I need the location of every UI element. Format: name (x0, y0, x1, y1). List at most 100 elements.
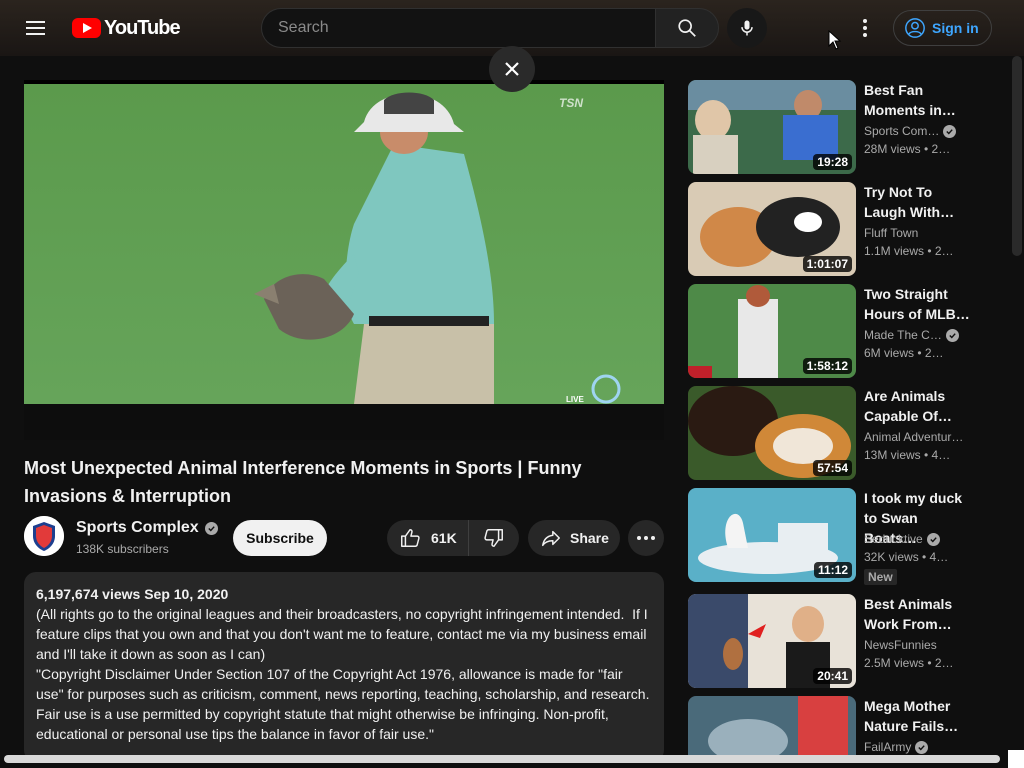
video-duration: 1:01:07 (802, 256, 852, 272)
scrollbar-corner (1008, 750, 1024, 768)
channel-text: Animal Adventur… (864, 430, 964, 444)
video-thumbnail[interactable]: 1:01:07 (688, 182, 856, 276)
dislike-button[interactable] (469, 520, 519, 556)
views-and-date: 6,197,674 views Sep 10, 2020 (36, 586, 229, 602)
microphone-icon (741, 20, 753, 36)
recommendation-item[interactable]: 1:01:07 Try Not To Laugh With… Fluff Tow… (688, 182, 1008, 276)
recommendation-channel[interactable]: NewsFunnies (864, 638, 974, 652)
recommendation-views: 1.1M views • 2… (864, 244, 954, 258)
description-text: (All rights go to the original leagues a… (36, 606, 650, 742)
recommendation-channel[interactable]: FailArmy (864, 740, 974, 754)
recommendation-channel[interactable]: Fluff Town (864, 226, 974, 240)
new-badge: New (864, 569, 897, 585)
video-title: Most Unexpected Animal Interference Mome… (24, 458, 582, 506)
recommendation-item[interactable]: 19:28 Best Fan Moments in… Sports Com… 2… (688, 80, 1008, 174)
account-icon (905, 18, 925, 38)
vertical-scrollbar[interactable] (1012, 56, 1022, 256)
recommendation-views: 32K views • 4… (864, 550, 949, 564)
video-scene-image (24, 84, 664, 404)
share-button[interactable]: Share (528, 520, 620, 556)
video-thumbnail[interactable]: 20:41 (688, 594, 856, 688)
recommendation-channel[interactable]: Seducktive (864, 532, 974, 546)
recommendation-item[interactable]: 11:12 I took my duck to Swan Boats… Sedu… (688, 488, 1008, 585)
video-duration: 11:12 (813, 562, 852, 578)
search-button[interactable] (655, 8, 719, 48)
verified-badge-icon (945, 328, 959, 342)
recommendation-title[interactable]: Are Animals Capable Of… (864, 386, 972, 426)
video-thumbnail[interactable]: 57:54 (688, 386, 856, 480)
recommendation-channel[interactable]: Sports Com… (864, 124, 974, 138)
youtube-logo-icon (72, 18, 101, 38)
channel-text: NewsFunnies (864, 638, 937, 652)
recommendation-channel[interactable]: Animal Adventur… (864, 430, 974, 444)
video-frame[interactable]: TSN LIVE (24, 84, 664, 404)
youtube-logo[interactable]: YouTube (72, 16, 181, 39)
recommendation-title[interactable]: Best Fan Moments in… (864, 80, 972, 120)
recommendation-item[interactable]: Mega Mother Nature Fails… FailArmy (688, 696, 1008, 756)
sign-in-button[interactable]: Sign in (893, 10, 992, 46)
verified-badge-icon (204, 521, 218, 535)
thumbs-up-icon (401, 529, 420, 547)
broadcaster-logo: TSN (559, 96, 583, 110)
subscribe-button[interactable]: Subscribe (233, 520, 327, 556)
recommendation-title[interactable]: Best Animals Work From… (864, 594, 972, 634)
mouse-cursor-icon (828, 30, 842, 50)
channel-text: Seducktive (864, 532, 923, 546)
channel-logo-icon (24, 516, 64, 556)
horizontal-scrollbar[interactable] (4, 755, 1000, 763)
network-logo-label: LIVE (566, 395, 584, 404)
search-bar (261, 8, 719, 48)
menu-icon[interactable] (24, 16, 48, 40)
voice-search-button[interactable] (727, 8, 767, 48)
thumbs-down-icon (484, 529, 503, 547)
recommendation-title[interactable]: Try Not To Laugh With… (864, 182, 972, 222)
recommendation-item[interactable]: 57:54 Are Animals Capable Of… Animal Adv… (688, 386, 1008, 480)
channel-text: Sports Com… (864, 124, 940, 138)
like-button[interactable]: 61K (387, 520, 469, 556)
description-box[interactable]: 6,197,674 views Sep 10, 2020 (All rights… (24, 572, 664, 762)
recommendation-title[interactable]: Mega Mother Nature Fails… (864, 696, 972, 736)
verified-badge-icon (943, 124, 957, 138)
recommendation-item[interactable]: 1:58:12 Two Straight Hours of MLB… Made … (688, 284, 1008, 378)
channel-name[interactable]: Sports Complex (76, 519, 218, 537)
search-input[interactable] (261, 8, 655, 48)
video-thumbnail[interactable]: 1:58:12 (688, 284, 856, 378)
verified-badge-icon (915, 740, 929, 754)
channel-name-text: Sports Complex (76, 519, 199, 536)
recommendation-views: 13M views • 4… (864, 448, 951, 462)
recommendation-views: 2.5M views • 2… (864, 656, 954, 670)
video-duration: 57:54 (813, 460, 852, 476)
search-icon (678, 19, 696, 37)
channel-text: Made The C… (864, 328, 942, 342)
video-thumbnail[interactable]: 19:28 (688, 80, 856, 174)
recommendation-title[interactable]: Two Straight Hours of MLB… (864, 284, 972, 324)
recommendation-views: 28M views • 2… (864, 142, 951, 156)
close-overlay-button[interactable] (489, 46, 535, 92)
like-dislike-group: 61K (387, 520, 519, 556)
share-icon (542, 530, 560, 547)
more-actions-icon[interactable] (628, 520, 664, 556)
network-logo-icon: LIVE (566, 374, 621, 404)
recommendation-channel[interactable]: Made The C… (864, 328, 974, 342)
video-duration: 1:58:12 (802, 358, 852, 374)
video-thumbnail[interactable]: 11:12 (688, 488, 856, 582)
sign-in-label: Sign in (932, 20, 979, 36)
video-player[interactable]: TSN LIVE (24, 80, 664, 440)
video-duration: 19:28 (813, 154, 852, 170)
channel-text: FailArmy (864, 740, 912, 754)
verified-badge-icon (926, 532, 940, 546)
close-icon (505, 62, 519, 76)
settings-more-icon[interactable] (853, 16, 877, 40)
player-letterbox (24, 404, 664, 440)
thumbnail-image (688, 696, 856, 756)
video-duration: 20:41 (813, 668, 852, 684)
channel-avatar[interactable] (24, 516, 64, 556)
like-count: 61K (431, 530, 457, 546)
channel-text: Fluff Town (864, 226, 919, 240)
video-thumbnail[interactable] (688, 696, 856, 756)
subscriber-count: 138K subscribers (76, 542, 169, 556)
share-label: Share (570, 530, 609, 546)
logo-text: YouTube (104, 16, 181, 39)
recommendation-views: 6M views • 2… (864, 346, 944, 360)
recommendation-item[interactable]: 20:41 Best Animals Work From… NewsFunnie… (688, 594, 1008, 688)
